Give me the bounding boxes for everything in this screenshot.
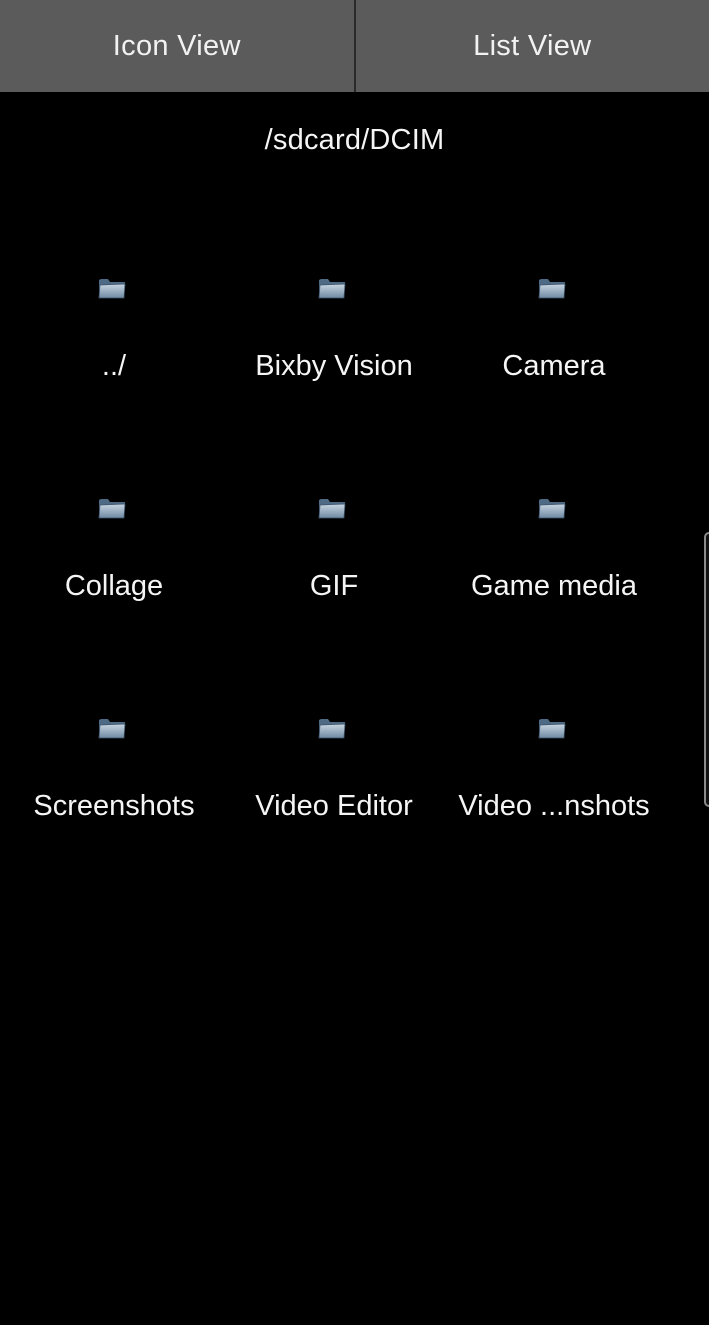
folder-icon	[98, 719, 126, 739]
folder-icon	[538, 719, 566, 739]
folder-label: Video Editor	[255, 790, 413, 822]
folder-item[interactable]: Camera	[444, 264, 664, 464]
folder-icon	[98, 499, 126, 519]
folder-label: GIF	[309, 570, 359, 602]
folder-item[interactable]: Collage	[4, 484, 224, 684]
folder-item[interactable]: GIF	[224, 484, 444, 684]
folder-label: Collage	[64, 570, 164, 602]
folder-item[interactable]: Video Editor	[224, 704, 444, 904]
folder-item[interactable]: Bixby Vision	[224, 264, 444, 464]
folder-icon	[98, 279, 126, 299]
folder-label: ../	[101, 350, 127, 382]
edge-panel-handle[interactable]	[704, 532, 709, 807]
folder-label: Screenshots	[33, 790, 195, 822]
folder-label: Bixby Vision	[255, 350, 413, 382]
folder-item[interactable]: Game media	[444, 484, 664, 684]
view-toolbar: Icon View List View	[0, 0, 709, 92]
folder-label: Video ...nshots	[458, 790, 650, 822]
folder-label: Game media	[470, 570, 637, 602]
folder-icon	[318, 499, 346, 519]
folder-item[interactable]: Video ...nshots	[444, 704, 664, 904]
list-view-button[interactable]: List View	[355, 0, 709, 92]
folder-item[interactable]: Screenshots	[4, 704, 224, 904]
icon-view-button[interactable]: Icon View	[0, 0, 356, 92]
current-path: /sdcard/DCIM	[264, 124, 445, 156]
folder-item-parent[interactable]: ../	[4, 264, 224, 464]
folder-label: Camera	[502, 350, 606, 382]
folder-icon	[538, 279, 566, 299]
folder-icon	[318, 719, 346, 739]
folder-icon	[318, 279, 346, 299]
folder-icon	[538, 499, 566, 519]
